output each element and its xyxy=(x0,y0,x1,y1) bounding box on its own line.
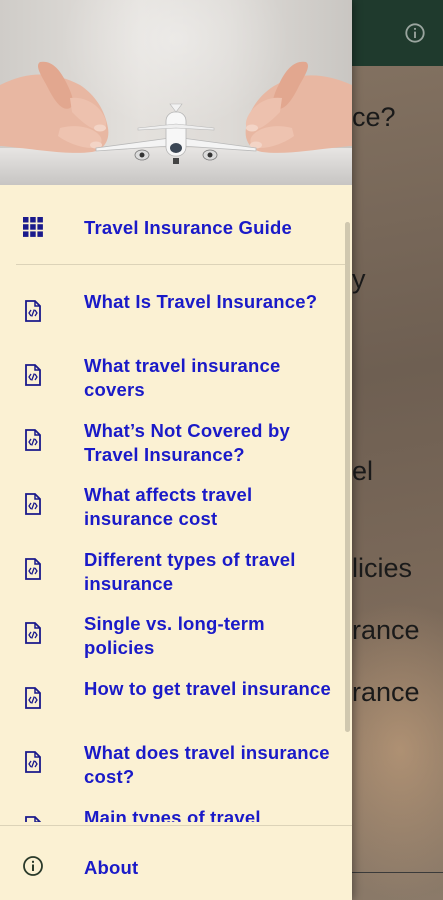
background-text-line: el xyxy=(352,456,374,486)
code-file-icon xyxy=(25,751,41,773)
background-text-line: ce? xyxy=(352,102,396,132)
nav-item-travel-insurance-guide[interactable]: Travel Insurance Guide xyxy=(0,210,340,246)
nav-item-chapter[interactable]: How to get travel insurance xyxy=(0,667,340,723)
code-file-icon xyxy=(25,429,41,451)
hands-airplane-illustration xyxy=(0,61,352,164)
nav-item-label: What Is Travel Insurance? xyxy=(84,291,318,312)
nav-item-about[interactable]: About xyxy=(0,850,340,886)
nav-item-label: What travel insurance covers xyxy=(84,355,281,400)
nav-item-label: Main types of travel xyxy=(84,807,261,822)
background-text-line: rance xyxy=(352,677,420,707)
nav-item-label: What affects travel insurance cost xyxy=(84,484,253,529)
nav-item-chapter[interactable]: Single vs. long-term policies xyxy=(0,602,340,658)
code-file-icon xyxy=(25,364,41,386)
nav-item-chapter[interactable]: What Is Travel Insurance? xyxy=(0,280,340,336)
chapter-list: What Is Travel Insurance? What travel in… xyxy=(0,270,352,822)
nav-item-label: What’s Not Covered by Travel Insurance? xyxy=(84,420,291,465)
background-text-line: licies xyxy=(352,553,413,583)
code-file-icon xyxy=(25,558,41,580)
background-text-line: rance xyxy=(352,615,420,645)
grid-icon xyxy=(23,217,43,237)
nav-item-label: About xyxy=(84,857,139,878)
code-file-icon xyxy=(25,300,41,322)
nav-item-chapter[interactable]: What affects travel insurance cost xyxy=(0,473,340,529)
code-file-icon xyxy=(25,493,41,515)
nav-item-label: Different types of travel insurance xyxy=(84,549,296,594)
nav-item-chapter[interactable]: Main types of travel xyxy=(0,796,340,822)
background-text-line: y xyxy=(352,264,366,294)
nav-item-label: What does travel insurance cost? xyxy=(84,742,330,787)
nav-item-label: Single vs. long-term policies xyxy=(84,613,265,658)
drawer-header-image xyxy=(0,0,352,185)
nav-item-label: How to get travel insurance xyxy=(84,678,331,699)
code-file-icon xyxy=(25,816,41,822)
airplane-icon xyxy=(95,103,257,164)
code-file-icon xyxy=(25,687,41,709)
divider xyxy=(16,264,346,265)
background-divider xyxy=(352,872,443,873)
nav-item-label: Travel Insurance Guide xyxy=(84,217,292,238)
nav-item-chapter[interactable]: What travel insurance covers xyxy=(0,344,340,400)
nav-item-chapter[interactable]: What does travel insurance cost? xyxy=(0,731,340,787)
info-icon xyxy=(23,856,43,876)
code-file-icon xyxy=(25,622,41,644)
nav-item-chapter[interactable]: What’s Not Covered by Travel Insurance? xyxy=(0,409,340,465)
info-icon[interactable] xyxy=(404,22,426,44)
navigation-drawer: Travel Insurance Guide What Is Travel In… xyxy=(0,0,352,900)
divider xyxy=(0,825,352,826)
nav-item-chapter[interactable]: Different types of travel insurance xyxy=(0,538,340,594)
